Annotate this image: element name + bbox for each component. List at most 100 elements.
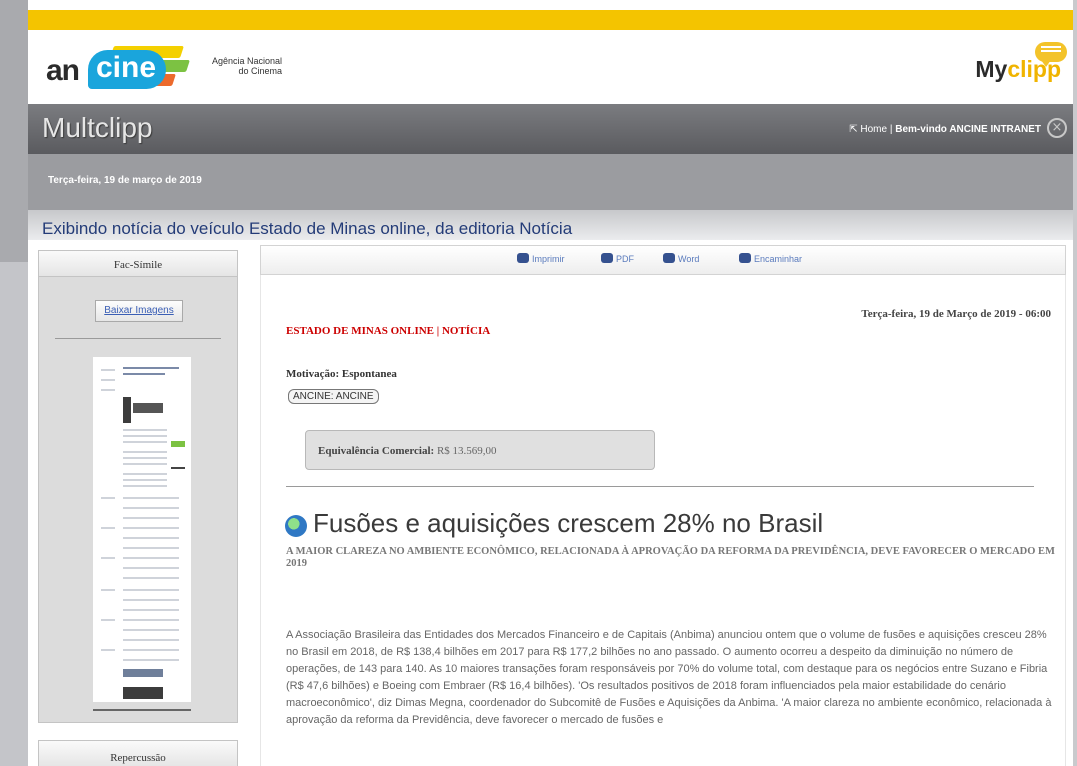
commercial-equivalence: Equivalência Comercial: R$ 13.569,00 <box>318 445 497 457</box>
repercussao-panel: Repercussão <box>38 740 238 766</box>
thumb-text-line <box>101 619 115 621</box>
thumb-image <box>123 687 163 699</box>
top-nav: ⇱ Home | Bem-vindo ANCINE INTRANET <box>849 124 1041 135</box>
thumb-text-line <box>123 557 179 559</box>
current-date: Terça-feira, 19 de março de 2019 <box>48 175 202 186</box>
thumb-image <box>123 669 163 677</box>
thumb-text-line <box>123 659 179 661</box>
article-toolbar: Imprimir PDF Word Encaminhar <box>260 245 1066 275</box>
page-heading-bar: Exibindo notícia do veículo Estado de Mi… <box>28 210 1073 240</box>
article-body: A Associação Brasileira das Entidades do… <box>286 629 1052 726</box>
word-button[interactable]: Word <box>663 253 699 264</box>
thumb-text-line <box>101 379 115 381</box>
thumb-text-line <box>101 557 115 559</box>
commercial-equivalence-box: Equivalência Comercial: R$ 13.569,00 <box>305 430 655 470</box>
thumb-text-line <box>123 451 167 453</box>
app-title: Multclipp <box>42 112 153 143</box>
article-subheadline: A MAIOR CLAREZA NO AMBIENTE ECONÔMICO, R… <box>286 546 1055 569</box>
thumb-text-line <box>101 589 115 591</box>
site-header: an cine Agência Nacional do Cinema Mycli… <box>28 30 1073 104</box>
thumb-text-line <box>101 369 115 371</box>
word-icon <box>663 253 675 263</box>
thumb-text-line <box>123 429 167 431</box>
thumb-image <box>123 397 131 423</box>
word-label: Word <box>678 254 700 264</box>
thumb-text-line <box>123 473 167 475</box>
logo-tagline: Agência Nacional do Cinema <box>196 56 282 76</box>
forward-button[interactable]: Encaminhar <box>739 253 802 264</box>
thumb-text-line <box>123 507 179 509</box>
thumb-text-line <box>123 547 179 549</box>
right-rail <box>1073 0 1077 766</box>
fac-simile-title: Fac-Símile <box>39 251 237 277</box>
nav-separator: | <box>889 124 893 135</box>
article-headline: Fusões e aquisições crescem 28% no Brasi… <box>313 508 824 538</box>
ancine-logo[interactable]: an cine Agência Nacional do Cinema <box>46 42 286 92</box>
thumb-text-line <box>123 441 167 443</box>
left-rail-lower <box>0 262 28 766</box>
thumb-text-line <box>123 577 179 579</box>
thumb-text-line <box>123 435 167 437</box>
top-accent-bar <box>28 10 1073 30</box>
pdf-button[interactable]: PDF <box>601 253 634 264</box>
thumb-text-line <box>123 463 167 465</box>
thumb-image <box>133 403 163 413</box>
thumb-text-line <box>123 497 179 499</box>
thumb-text-line <box>123 457 167 459</box>
thumb-text-line <box>123 639 179 641</box>
sidebar-divider <box>55 338 221 339</box>
globe-icon <box>285 515 307 537</box>
thumb-text-line <box>123 599 179 601</box>
article-date: Terça-feira, 19 de Março de 2019 - 06:00 <box>861 308 1051 320</box>
article-source: ESTADO DE MINAS ONLINE | NOTÍCIA <box>286 325 491 337</box>
thumb-text-line <box>123 609 179 611</box>
thumb-text-line <box>101 649 115 651</box>
logo-text-prefix: an <box>46 54 80 87</box>
app-title-bar: Multclipp ⇱ Home | Bem-vindo ANCINE INTR… <box>28 104 1073 154</box>
pdf-icon <box>601 253 613 263</box>
thumb-text-line <box>123 517 179 519</box>
fac-simile-panel: Fac-Símile Baixar Imagens <box>38 250 238 723</box>
myclipp-logo[interactable]: Myclipp <box>975 56 1061 83</box>
thumbnail-divider <box>93 709 191 711</box>
myclipp-text-clipp: clipp <box>1007 56 1061 82</box>
thumb-text-line <box>123 567 179 569</box>
thumb-text-line <box>101 497 115 499</box>
printer-icon <box>517 253 529 263</box>
welcome-text: Bem-vindo ANCINE INTRANET <box>895 124 1041 135</box>
thumb-text-line <box>123 589 179 591</box>
thumb-text-line <box>123 479 167 481</box>
repercussao-title: Repercussão <box>39 741 237 766</box>
thumb-text-line <box>101 527 115 529</box>
print-label: Imprimir <box>532 254 565 264</box>
date-bar: Terça-feira, 19 de março de 2019 <box>28 154 1073 210</box>
thumb-text-line <box>123 649 179 651</box>
tagline-line-2: do Cinema <box>238 66 282 76</box>
content-divider <box>286 486 1034 487</box>
equivalence-value: R$ 13.569,00 <box>436 445 497 457</box>
pdf-label: PDF <box>616 254 634 264</box>
thumb-image <box>171 441 185 447</box>
motivation-label: Motivação: Espontanea <box>286 368 397 380</box>
myclipp-text-my: My <box>975 56 1008 82</box>
client-tag[interactable]: ANCINE: ANCINE <box>288 389 379 404</box>
article-content: Terça-feira, 19 de Março de 2019 - 06:00… <box>260 275 1066 766</box>
thumb-text-line <box>123 537 179 539</box>
download-images-button[interactable]: Baixar Imagens <box>95 300 183 322</box>
thumb-text-line <box>101 389 115 391</box>
thumb-text-line <box>123 619 179 621</box>
close-circle-icon[interactable]: × <box>1047 118 1067 138</box>
thumb-text-line <box>123 527 179 529</box>
print-button[interactable]: Imprimir <box>517 253 565 264</box>
home-link[interactable]: Home <box>860 124 887 135</box>
equivalence-label: Equivalência Comercial: <box>318 445 435 457</box>
thumb-text-line <box>123 629 179 631</box>
logo-text-suffix: cine <box>88 50 167 89</box>
fac-simile-thumbnail[interactable] <box>93 357 191 702</box>
tagline-line-1: Agência Nacional <box>211 56 282 66</box>
thumb-text-line <box>171 467 185 469</box>
thumb-text-line <box>123 485 167 487</box>
forward-icon <box>739 253 751 263</box>
external-link-icon: ⇱ <box>849 124 858 135</box>
forward-label: Encaminhar <box>754 254 803 264</box>
